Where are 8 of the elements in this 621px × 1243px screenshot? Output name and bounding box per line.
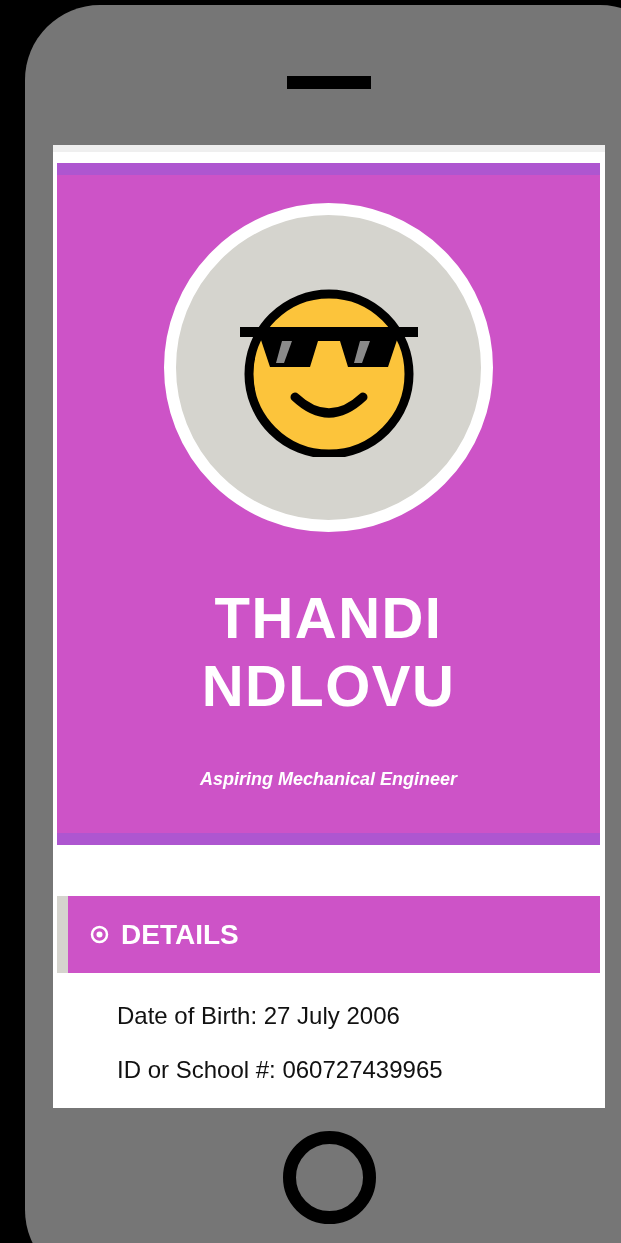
home-button[interactable]: [283, 1131, 376, 1224]
circle-dot-icon: [90, 925, 109, 944]
profile-name: THANDI: [214, 584, 443, 652]
section-heading: DETAILS: [121, 917, 239, 952]
detail-text: Date of Birth: 27 July 2006: [117, 1001, 401, 1031]
detail-text: ID or School #: 060727439965: [117, 1055, 444, 1085]
profile-name: NDLOVU: [201, 652, 456, 720]
profile-tagline: Aspiring Mechanical Engineer: [199, 768, 458, 791]
